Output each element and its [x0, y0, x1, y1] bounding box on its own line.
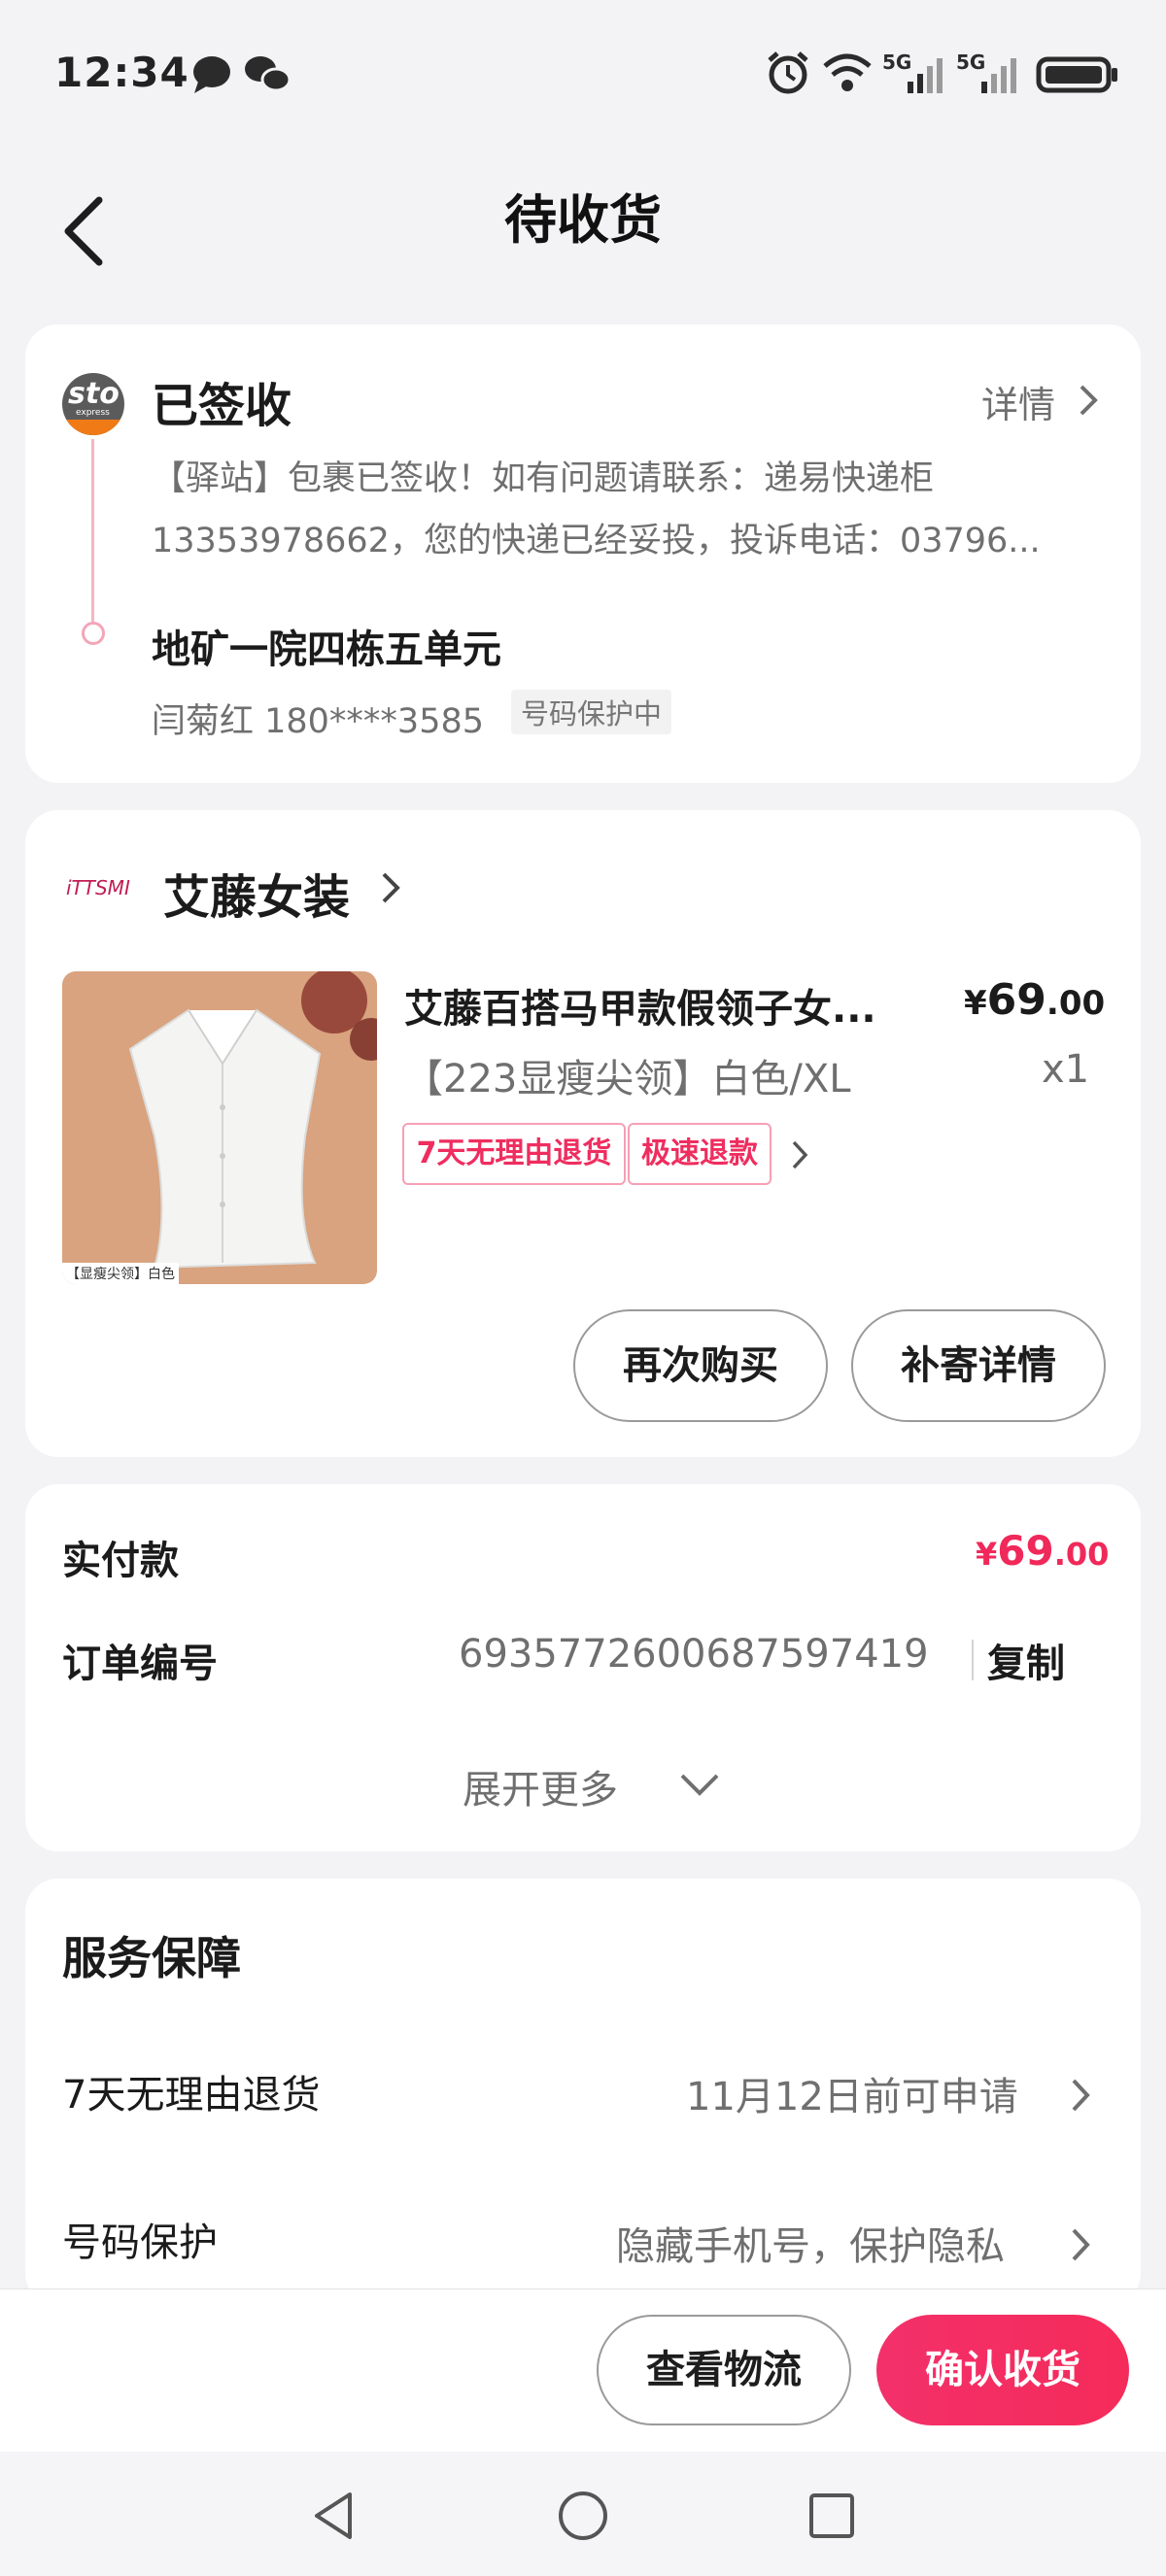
paid-amount: ¥69.00: [976, 1527, 1110, 1575]
order-number-label: 订单编号: [62, 1642, 218, 1686]
recipient-info: 闫菊红 180****3585: [152, 702, 485, 741]
logistics-message-line1: 【驿站】包裹已签收！如有问题请联系：递易快递柜: [152, 459, 935, 498]
nav-recent-icon[interactable]: [806, 2491, 857, 2541]
buy-again-button[interactable]: 再次购买: [573, 1309, 828, 1422]
nav-back-icon[interactable]: [309, 2489, 360, 2543]
order-item-card: iTTSMI 艾藤女装 【显瘦尖领】白色 艾藤百搭马甲款假领子女... ¥69.…: [25, 810, 1141, 1457]
signal-icon-2: [981, 58, 1016, 93]
store-logo: iTTSMI: [66, 876, 130, 899]
bottom-action-bar: 查看物流 确认收货: [0, 2288, 1166, 2453]
service-row-value[interactable]: 隐藏手机号，保护隐私: [616, 2215, 1005, 2271]
chevron-right-icon[interactable]: [379, 870, 402, 905]
paid-label: 实付款: [62, 1539, 179, 1583]
alarm-icon: [768, 51, 808, 94]
order-number: 6935772600687597419: [459, 1632, 929, 1677]
wechat-icon: [245, 56, 292, 92]
timeline-dot: [82, 622, 105, 645]
product-title[interactable]: 艾藤百搭马甲款假领子女...: [404, 977, 876, 1034]
chevron-right-icon[interactable]: [1069, 2226, 1092, 2263]
tag-fast-refund: 极速退款: [628, 1123, 772, 1185]
battery-icon: [1036, 56, 1117, 93]
tag-7day-return: 7天无理由退货: [402, 1123, 626, 1185]
product-image[interactable]: 【显瘦尖领】白色: [62, 971, 377, 1284]
service-row-label: 号码保护: [62, 2220, 218, 2265]
confirm-receipt-button[interactable]: 确认收货: [876, 2315, 1129, 2425]
product-quantity: x1: [1042, 1047, 1090, 1092]
status-time: 12:34: [54, 49, 189, 96]
chevron-right-icon[interactable]: [789, 1138, 810, 1171]
carrier-logo: sto express: [62, 373, 124, 435]
logistics-card[interactable]: sto express 已签收 详情 【驿站】包裹已签收！如有问题请联系：递易快…: [25, 324, 1141, 783]
divider: [972, 1640, 974, 1680]
message-icon: [193, 56, 230, 93]
chevron-right-icon[interactable]: [1077, 383, 1100, 418]
details-link[interactable]: 详情: [981, 375, 1055, 428]
privacy-badge: 号码保护中: [511, 690, 672, 734]
product-image-caption: 【显瘦尖领】白色: [62, 1263, 179, 1284]
chevron-down-icon[interactable]: [678, 1772, 721, 1797]
service-row-label: 7天无理由退货: [62, 2073, 321, 2118]
service-guarantee-card: 服务保障 7天无理由退货 11月12日前可申请 号码保护 隐藏手机号，保护隐私: [25, 1879, 1141, 2306]
payment-card: 实付款 ¥69.00 订单编号 6935772600687597419 复制 展…: [25, 1484, 1141, 1851]
product-price: ¥69.00: [964, 975, 1106, 1025]
copy-button[interactable]: 复制: [987, 1632, 1065, 1688]
reship-details-button[interactable]: 补寄详情: [851, 1309, 1106, 1422]
logistics-message-line2: 13353978662，您的快递已经妥投，投诉电话：03796...: [152, 522, 1041, 560]
product-variant: 【223显瘦尖领】白色/XL: [404, 1057, 851, 1102]
delivery-address: 地矿一院四栋五单元: [152, 627, 501, 672]
expand-more-button[interactable]: 展开更多: [463, 1758, 618, 1814]
wifi-icon: [823, 53, 872, 91]
system-nav-bar: [0, 2452, 1166, 2576]
timeline-line: [91, 439, 94, 622]
signal-icon: [908, 58, 943, 93]
chevron-right-icon[interactable]: [1069, 2077, 1092, 2114]
view-logistics-button[interactable]: 查看物流: [597, 2315, 851, 2425]
service-row-value[interactable]: 11月12日前可申请: [686, 2065, 1018, 2121]
page-title: 待收货: [504, 189, 662, 251]
store-name[interactable]: 艾藤女装: [163, 859, 350, 927]
services-title: 服务保障: [62, 1932, 241, 1984]
nav-home-icon[interactable]: [556, 2489, 610, 2543]
delivery-status: 已签收: [152, 379, 292, 433]
